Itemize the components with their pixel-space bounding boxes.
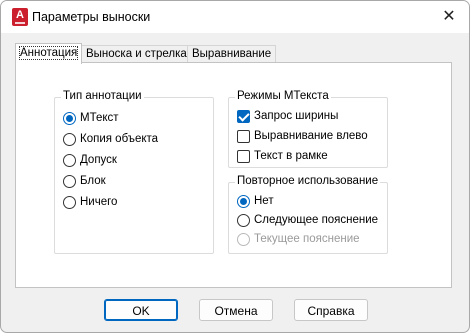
radio-reuse-current: Текущее пояснение [237, 231, 360, 247]
tab-annotation[interactable]: Аннотация [15, 43, 83, 64]
tab-panel: Тип аннотации МТекст Копия объекта Допус… [15, 62, 452, 288]
mtext-modes-group: Режимы МТекста Запрос ширины Выравнивани… [228, 90, 388, 168]
radio-icon [63, 132, 76, 146]
checkbox-icon [237, 129, 250, 143]
dialog-window: A Параметры выноски ✕ Аннотация Выноска … [0, 0, 470, 333]
radio-none[interactable]: Ничего [63, 194, 117, 210]
help-button[interactable]: Справка [294, 299, 368, 321]
checkbox-prompt-width[interactable]: Запрос ширины [237, 108, 338, 124]
radio-icon [63, 195, 76, 209]
autocad-app-icon: A [12, 8, 28, 26]
radio-tolerance[interactable]: Допуск [63, 152, 117, 168]
checkbox-icon [237, 149, 250, 163]
radio-object-copy[interactable]: Копия объекта [63, 131, 158, 147]
annotation-type-group: Тип аннотации МТекст Копия объекта Допус… [54, 90, 214, 254]
title-bar: A Параметры выноски ✕ [1, 1, 469, 33]
checkbox-left-justify[interactable]: Выравнивание влево [237, 128, 368, 144]
radio-reuse-next[interactable]: Следующее пояснение [237, 212, 378, 228]
tab-alignment[interactable]: Выравнивание [187, 45, 277, 63]
reuse-group: Повторное использование Нет Следующее по… [228, 175, 388, 254]
radio-disabled-icon [237, 232, 250, 246]
ok-button[interactable]: OK [104, 299, 178, 321]
radio-reuse-none[interactable]: Нет [237, 193, 274, 209]
radio-icon [63, 153, 76, 167]
radio-icon [237, 213, 250, 227]
radio-block[interactable]: Блок [63, 173, 106, 189]
window-title: Параметры выноски [32, 10, 151, 24]
cancel-button[interactable]: Отмена [199, 299, 273, 321]
radio-mtext[interactable]: МТекст [63, 110, 119, 126]
radio-selected-icon [237, 194, 250, 208]
tab-leader-arrow[interactable]: Выноска и стрелка [81, 45, 192, 63]
radio-icon [63, 174, 76, 188]
reuse-label: Повторное использование [235, 175, 381, 187]
radio-selected-icon [63, 111, 76, 125]
checkbox-checked-icon [237, 109, 250, 123]
annotation-type-label: Тип аннотации [61, 90, 144, 102]
close-icon[interactable]: ✕ [439, 7, 459, 27]
mtext-modes-label: Режимы МТекста [235, 90, 331, 102]
checkbox-frame-text[interactable]: Текст в рамке [237, 148, 328, 164]
